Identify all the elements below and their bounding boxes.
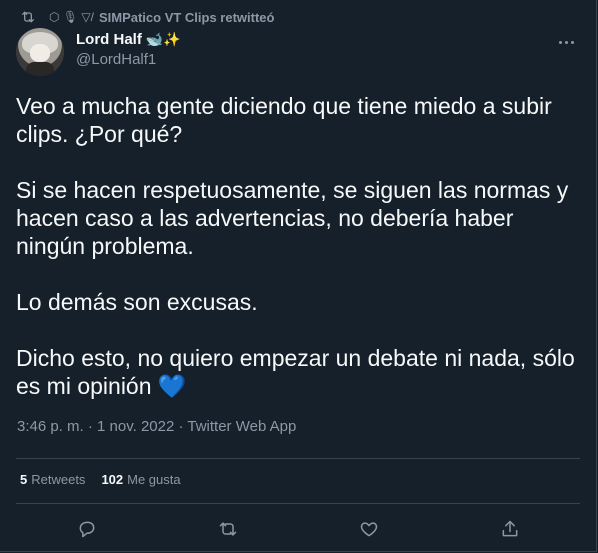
author-name-emoji: 🐋✨: [145, 31, 181, 47]
author-name-text: Lord Half: [76, 31, 142, 48]
retweeter-name-prefix: ⬡ 🎙 ▽/: [49, 10, 94, 24]
more-dot-icon: [564, 40, 568, 44]
likes-label: Me gusta: [127, 472, 181, 487]
tweet-stats: 5 Retweets 102 Me gusta: [20, 472, 181, 487]
share-icon: [502, 520, 517, 537]
retweet-small-icon: [22, 11, 34, 23]
heart-icon: [360, 522, 377, 537]
retweet-context[interactable]: ⬡ 🎙 ▽/ SIMPatico VT Clips retwitteó: [20, 8, 274, 26]
like-button[interactable]: [357, 517, 381, 541]
retweets-label: Retweets: [31, 472, 86, 487]
tweet-body: Veo a mucha gente diciendo que tiene mie…: [16, 92, 576, 400]
likes-stat[interactable]: 102 Me gusta: [101, 472, 180, 487]
retweet-button[interactable]: [216, 517, 240, 541]
avatar-face: [30, 44, 50, 62]
reply-icon: [79, 521, 94, 538]
share-button[interactable]: [498, 517, 522, 541]
author-display-name[interactable]: Lord Half 🐋✨: [76, 31, 181, 48]
more-options-button[interactable]: [554, 32, 578, 52]
tweet-actions: [16, 516, 580, 542]
avatar-body: [26, 62, 54, 76]
likes-count: 102: [101, 472, 124, 487]
avatar[interactable]: [16, 28, 64, 76]
more-dot-icon: [570, 40, 574, 44]
reply-button[interactable]: [75, 517, 99, 541]
retweeter-text: SIMPatico VT Clips retwitteó: [98, 9, 275, 25]
tweet-card: ⬡ 🎙 ▽/ SIMPatico VT Clips retwitteó Lord…: [0, 0, 597, 552]
retweet-icon: [219, 522, 236, 536]
more-dot-icon: [558, 40, 562, 44]
blue-heart-emoji: 💙: [157, 373, 187, 399]
tweet-meta[interactable]: 3:46 p. m. · 1 nov. 2022 · Twitter Web A…: [17, 418, 296, 435]
author-handle[interactable]: @LordHalf1: [76, 51, 181, 68]
tweet-header: Lord Half 🐋✨ @LordHalf1: [16, 28, 580, 76]
author-names: Lord Half 🐋✨ @LordHalf1: [76, 31, 181, 68]
retweets-count: 5: [20, 472, 28, 487]
retweets-stat[interactable]: 5 Retweets: [20, 472, 85, 487]
divider: [16, 503, 580, 504]
divider: [16, 458, 580, 459]
tweet-text: Veo a mucha gente diciendo que tiene mie…: [16, 93, 575, 399]
